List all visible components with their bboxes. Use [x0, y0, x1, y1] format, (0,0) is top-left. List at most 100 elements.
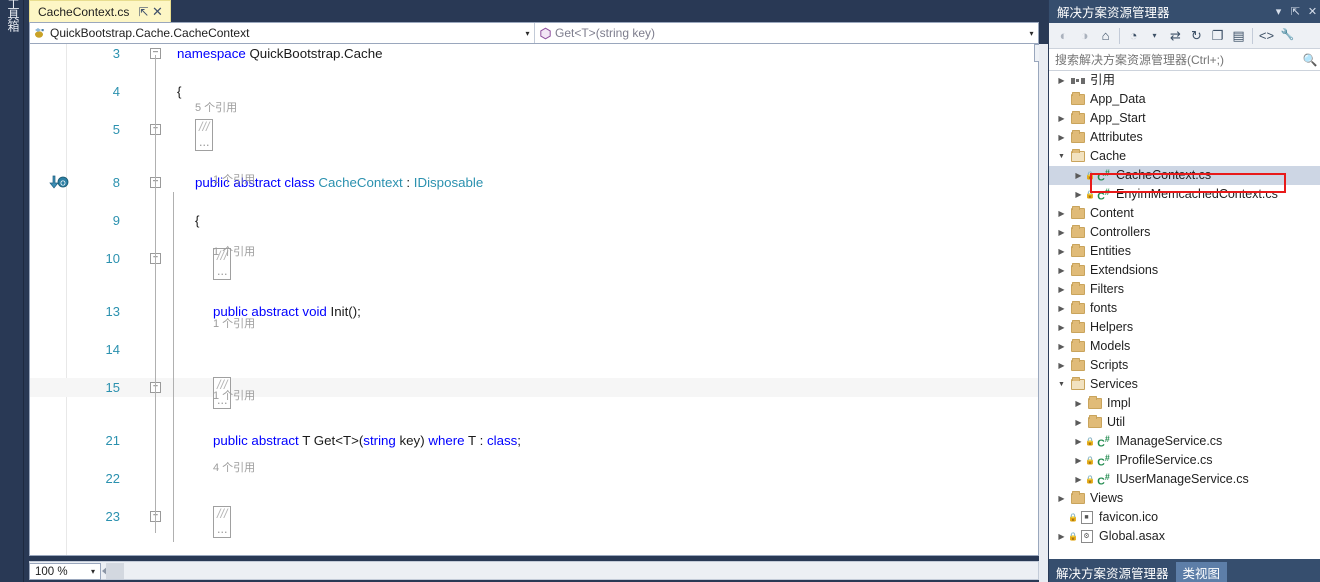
tree-item-helpers[interactable]: ▶ Helpers — [1049, 318, 1320, 337]
codelens-reference-count[interactable]: 5 个引用 — [195, 101, 237, 116]
code-line[interactable]: 9{ — [30, 211, 1038, 230]
tree-item-[interactable]: ▶ 引用 — [1049, 71, 1320, 90]
chevron-right-icon[interactable]: ▶ — [1055, 318, 1068, 337]
collapsed-xml-doc-comment[interactable]: /// ... — [195, 119, 214, 151]
chevron-right-icon[interactable]: ▶ — [1072, 432, 1085, 451]
member-dropdown[interactable]: Get<T>(string key) ▾ — [535, 23, 1038, 43]
tree-item-enyimmemcachedcontext-cs[interactable]: ▶ 🔒 C# EnyimMemcachedContext.cs — [1049, 185, 1320, 204]
toolbox-strip[interactable]: 工具箱 — [0, 0, 24, 582]
chevron-down-icon[interactable]: ▼ — [1055, 147, 1068, 166]
code-line[interactable]: 23 /// ... — [30, 506, 1038, 538]
tree-item-controllers[interactable]: ▶ Controllers — [1049, 223, 1320, 242]
chevron-right-icon[interactable]: ▶ — [1055, 356, 1068, 375]
tree-item-fonts[interactable]: ▶ fonts — [1049, 299, 1320, 318]
chevron-right-icon[interactable]: ▶ — [1055, 242, 1068, 261]
collapsed-xml-doc-comment[interactable]: /// ... — [213, 506, 232, 538]
pending-changes-dropdown-icon[interactable]: ▾ — [1144, 25, 1165, 47]
close-icon[interactable]: ✕ — [150, 5, 164, 19]
codelens-reference-count[interactable]: 1 个引用 — [213, 317, 255, 332]
chevron-right-icon[interactable]: ▶ — [1072, 166, 1085, 185]
tree-item-services[interactable]: ▼ Services — [1049, 375, 1320, 394]
tree-item-models[interactable]: ▶ Models — [1049, 337, 1320, 356]
tree-item-app-start[interactable]: ▶ App_Start — [1049, 109, 1320, 128]
zoom-level-dropdown[interactable]: 100 % ▾ — [29, 563, 101, 580]
tree-item-iprofileservice-cs[interactable]: ▶ 🔒 C# IProfileService.cs — [1049, 451, 1320, 470]
dropdown-icon[interactable]: ▾ — [1270, 2, 1287, 22]
chevron-down-icon[interactable]: ▾ — [1025, 29, 1038, 38]
code-editor-surface[interactable]: 3namespace QuickBootstrap.Cache 4{ 5/// ..… — [29, 44, 1039, 556]
tree-item-global-asax[interactable]: ▶ 🔒 ⚙ Global.asax — [1049, 527, 1320, 546]
tree-item-extendsions[interactable]: ▶ Extendsions — [1049, 261, 1320, 280]
chevron-right-icon[interactable]: ▶ — [1055, 223, 1068, 242]
codelens-reference-row[interactable]: 1 个引用 — [30, 317, 1038, 332]
editor-horizontal-scrollbar[interactable] — [29, 561, 1039, 580]
tree-item-scripts[interactable]: ▶ Scripts — [1049, 356, 1320, 375]
chevron-right-icon[interactable]: ▶ — [1072, 451, 1085, 470]
chevron-down-icon[interactable]: ▼ — [1055, 375, 1068, 394]
solution-explorer-search[interactable]: 🔍 — [1049, 49, 1320, 71]
codelens-reference-row[interactable]: 4 个引用 — [30, 461, 1038, 476]
close-icon[interactable]: ✕ — [1304, 2, 1320, 22]
code-line[interactable]: 4{ — [30, 82, 1038, 101]
tree-item-entities[interactable]: ▶ Entities — [1049, 242, 1320, 261]
codelens-reference-row[interactable]: 1 个引用 — [30, 389, 1038, 404]
home-icon[interactable]: ⌂ — [1095, 25, 1116, 47]
chevron-down-icon[interactable]: ▾ — [521, 29, 534, 38]
chevron-right-icon[interactable]: ▶ — [1055, 204, 1068, 223]
view-code-icon[interactable]: <> — [1256, 25, 1277, 47]
codelens-reference-row[interactable]: 1 个引用 — [30, 173, 1038, 188]
code-line[interactable]: 5 /// ... — [30, 119, 1038, 151]
chevron-right-icon[interactable]: ▶ — [1055, 128, 1068, 147]
back-icon[interactable]: ◐ — [1053, 25, 1074, 47]
bottom-tab[interactable]: 类视图 — [1175, 562, 1228, 582]
search-input[interactable] — [1049, 51, 1299, 68]
bottom-tab[interactable]: 解决方案资源管理器 — [1049, 562, 1176, 582]
chevron-right-icon[interactable]: ▶ — [1055, 489, 1068, 508]
codelens-reference-count[interactable]: 1 个引用 — [213, 173, 255, 188]
chevron-right-icon[interactable]: ▶ — [1055, 527, 1068, 546]
chevron-right-icon[interactable]: ▶ — [1055, 261, 1068, 280]
tree-item-filters[interactable]: ▶ Filters — [1049, 280, 1320, 299]
tree-item-util[interactable]: ▶ Util — [1049, 413, 1320, 432]
horizontal-scrollbar-thumb[interactable] — [106, 563, 124, 579]
tree-item-cachecontext-cs[interactable]: ▶ 🔒 C# CacheContext.cs — [1049, 166, 1320, 185]
chevron-right-icon[interactable]: ▶ — [1055, 109, 1068, 128]
chevron-right-icon[interactable]: ▶ — [1055, 71, 1068, 90]
chevron-right-icon[interactable]: ▶ — [1055, 299, 1068, 318]
chevron-right-icon[interactable]: ▶ — [1072, 394, 1085, 413]
pin-icon[interactable]: ⇱ — [136, 5, 150, 19]
chevron-right-icon[interactable]: ▶ — [1072, 413, 1085, 432]
tree-item-favicon-ico[interactable]: 🔒 ■ favicon.ico — [1049, 508, 1320, 527]
solution-explorer-tree[interactable]: ▶ 引用 App_Data ▶ App_Start ▶ Attributes ▼ Cache ▶ 🔒… — [1049, 71, 1320, 559]
type-dropdown[interactable]: QuickBootstrap.Cache.CacheContext ▾ — [30, 23, 535, 43]
tree-item-iusermanageservice-cs[interactable]: ▶ 🔒 C# IUserManageService.cs — [1049, 470, 1320, 489]
refresh-icon[interactable]: ↻ — [1186, 25, 1207, 47]
codelens-reference-count[interactable]: 1 个引用 — [213, 389, 255, 404]
chevron-right-icon[interactable]: ▶ — [1072, 470, 1085, 489]
sync-with-active-document-icon[interactable]: ⇄ — [1165, 25, 1186, 47]
chevron-right-icon[interactable]: ▶ — [1072, 185, 1085, 204]
code-line[interactable]: 3 namespace QuickBootstrap.Cache — [30, 44, 1038, 63]
show-all-files-icon[interactable]: ▤ — [1228, 25, 1249, 47]
code-line[interactable]: 14 — [30, 340, 1038, 359]
collapse-all-icon[interactable]: ❐ — [1207, 25, 1228, 47]
tree-item-content[interactable]: ▶ Content — [1049, 204, 1320, 223]
chevron-down-icon[interactable]: ▾ — [86, 567, 100, 576]
pin-icon[interactable]: ⇱ — [1287, 2, 1304, 22]
editor-tab-cachecontext[interactable]: CacheContext.cs ⇱ ✕ — [29, 0, 172, 22]
tree-item-imanageservice-cs[interactable]: ▶ 🔒 C# IManageService.cs — [1049, 432, 1320, 451]
tree-item-app-data[interactable]: App_Data — [1049, 90, 1320, 109]
codelens-reference-count[interactable]: 4 个引用 — [213, 461, 255, 476]
codelens-reference-count[interactable]: 1 个引用 — [213, 245, 255, 260]
code-line[interactable]: 21 public abstract T Get<T>(string key) w… — [30, 431, 1038, 450]
tree-item-views[interactable]: ▶ Views — [1049, 489, 1320, 508]
codelens-reference-row[interactable]: 1 个引用 — [30, 245, 1038, 260]
forward-icon[interactable]: ◑ — [1074, 25, 1095, 47]
tree-item-attributes[interactable]: ▶ Attributes — [1049, 128, 1320, 147]
tree-item-cache[interactable]: ▼ Cache — [1049, 147, 1320, 166]
search-icon[interactable]: 🔍 — [1299, 53, 1320, 67]
chevron-right-icon[interactable]: ▶ — [1055, 337, 1068, 356]
tree-item-impl[interactable]: ▶ Impl — [1049, 394, 1320, 413]
chevron-right-icon[interactable]: ▶ — [1055, 280, 1068, 299]
codelens-reference-row[interactable]: 5 个引用 — [30, 101, 1038, 116]
